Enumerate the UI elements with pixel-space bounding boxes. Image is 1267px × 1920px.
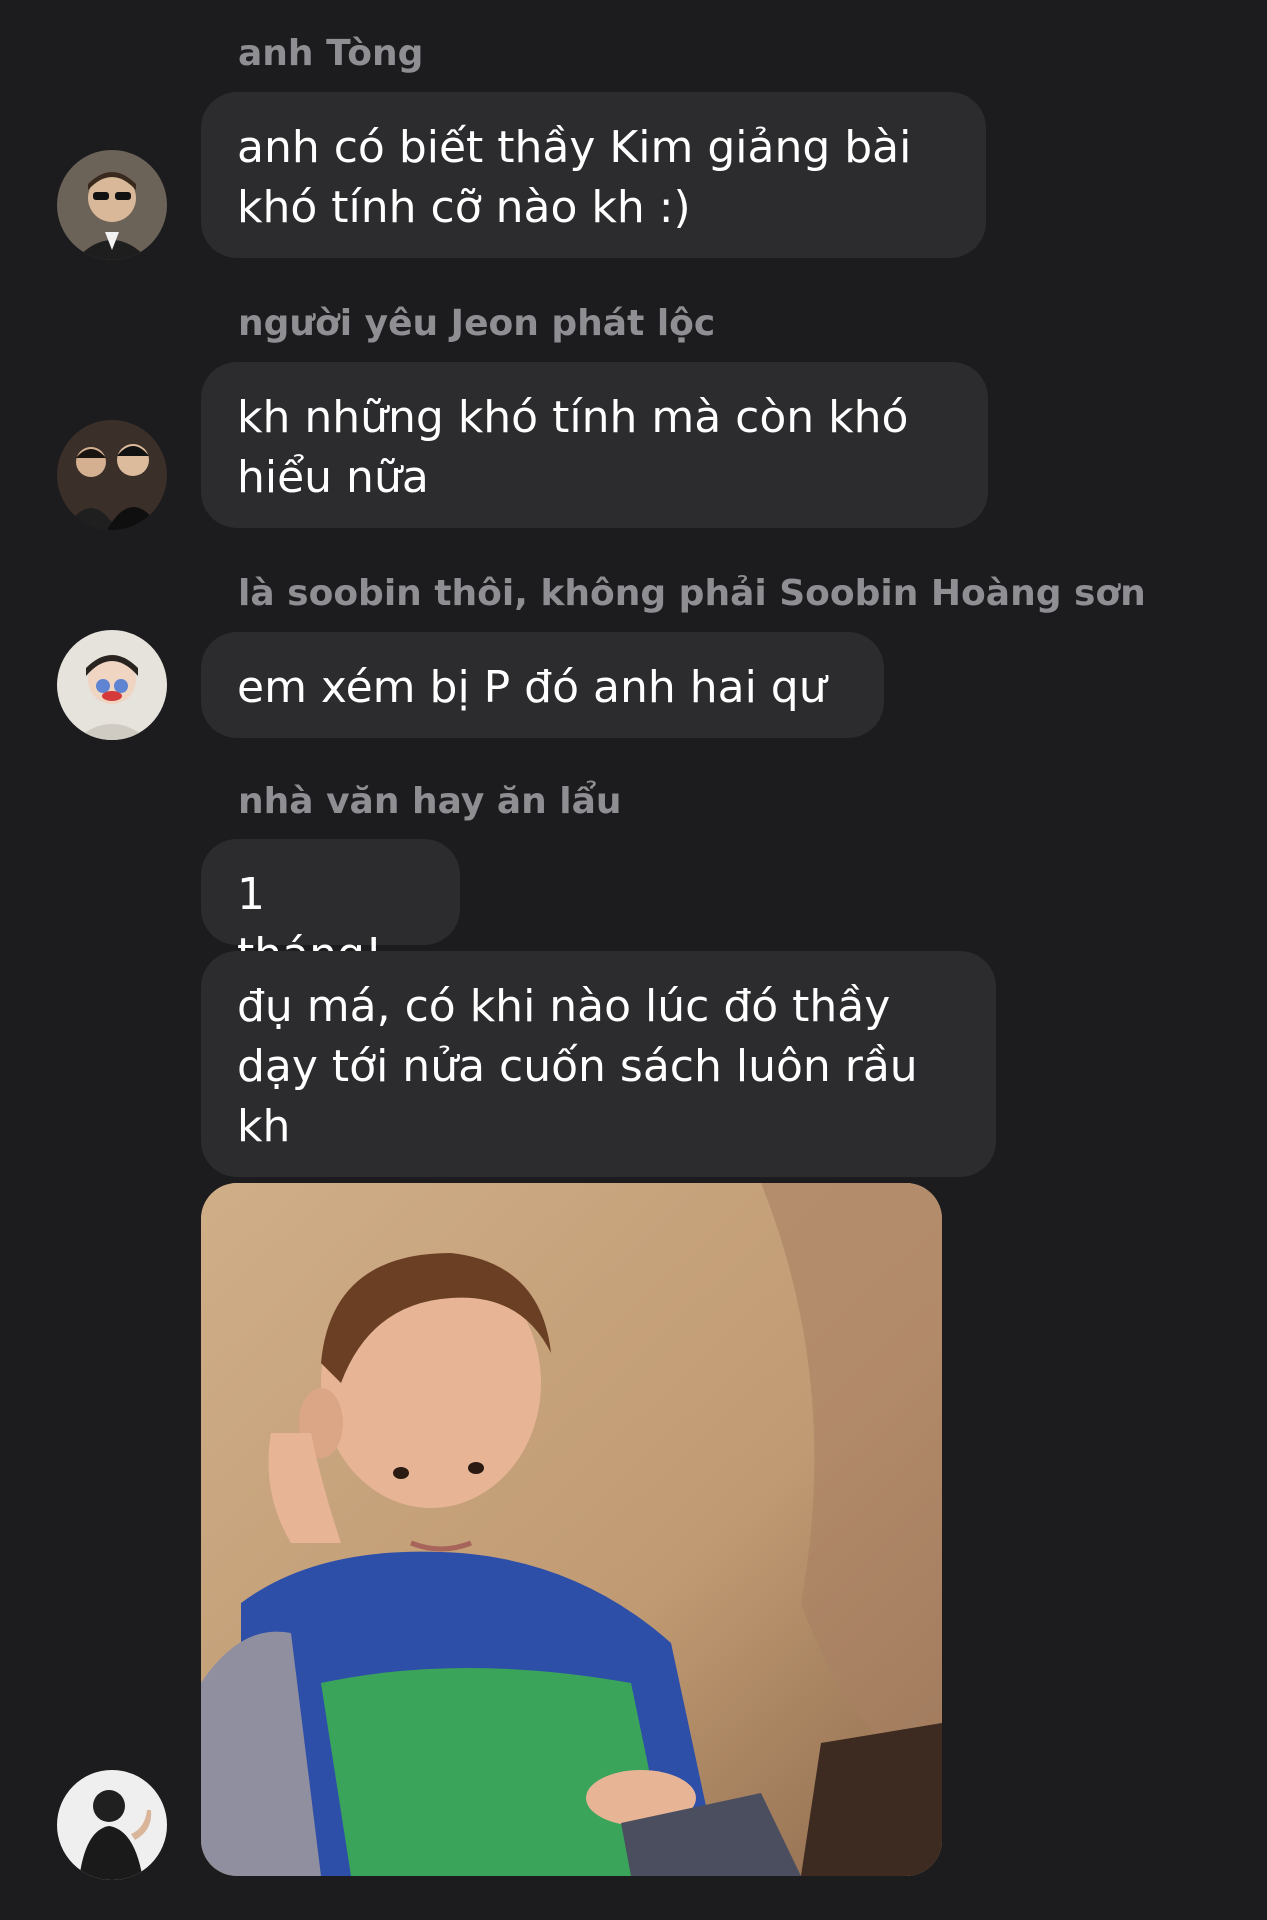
person-avatar-icon bbox=[57, 420, 167, 530]
sender-name: anh Tòng bbox=[238, 33, 424, 74]
meme-photo[interactable] bbox=[201, 1183, 942, 1876]
message-text: anh có biết thầy Kim giảng bài khó tính … bbox=[237, 122, 912, 233]
message-text: kh những khó tính mà còn khó hiểu nữa bbox=[237, 392, 909, 503]
person-avatar-icon bbox=[57, 1770, 167, 1880]
message-text: em xém bị P đó anh hai qư bbox=[237, 662, 827, 713]
kid-thinking-image-icon bbox=[201, 1183, 942, 1876]
sender-name: nhà văn hay ăn lẩu bbox=[238, 781, 622, 822]
person-avatar-icon bbox=[57, 150, 167, 260]
message-text: đụ má, có khi nào lúc đó thầy dạy tới nử… bbox=[237, 981, 918, 1152]
message-bubble[interactable]: kh những khó tính mà còn khó hiểu nữa bbox=[201, 362, 988, 528]
sender-name: người yêu Jeon phát lộc bbox=[238, 303, 716, 344]
avatar[interactable] bbox=[57, 150, 167, 260]
message-bubble[interactable]: đụ má, có khi nào lúc đó thầy dạy tới nử… bbox=[201, 951, 996, 1177]
avatar[interactable] bbox=[57, 420, 167, 530]
message-bubble[interactable]: 1 tháng! bbox=[201, 839, 460, 980]
avatar[interactable] bbox=[57, 1770, 167, 1880]
person-avatar-icon bbox=[57, 630, 167, 740]
avatar[interactable] bbox=[57, 630, 167, 740]
message-bubble[interactable]: anh có biết thầy Kim giảng bài khó tính … bbox=[201, 92, 986, 258]
sender-name: là soobin thôi, không phải Soobin Hoàng … bbox=[238, 573, 1146, 614]
message-bubble[interactable]: em xém bị P đó anh hai qư bbox=[201, 632, 884, 738]
